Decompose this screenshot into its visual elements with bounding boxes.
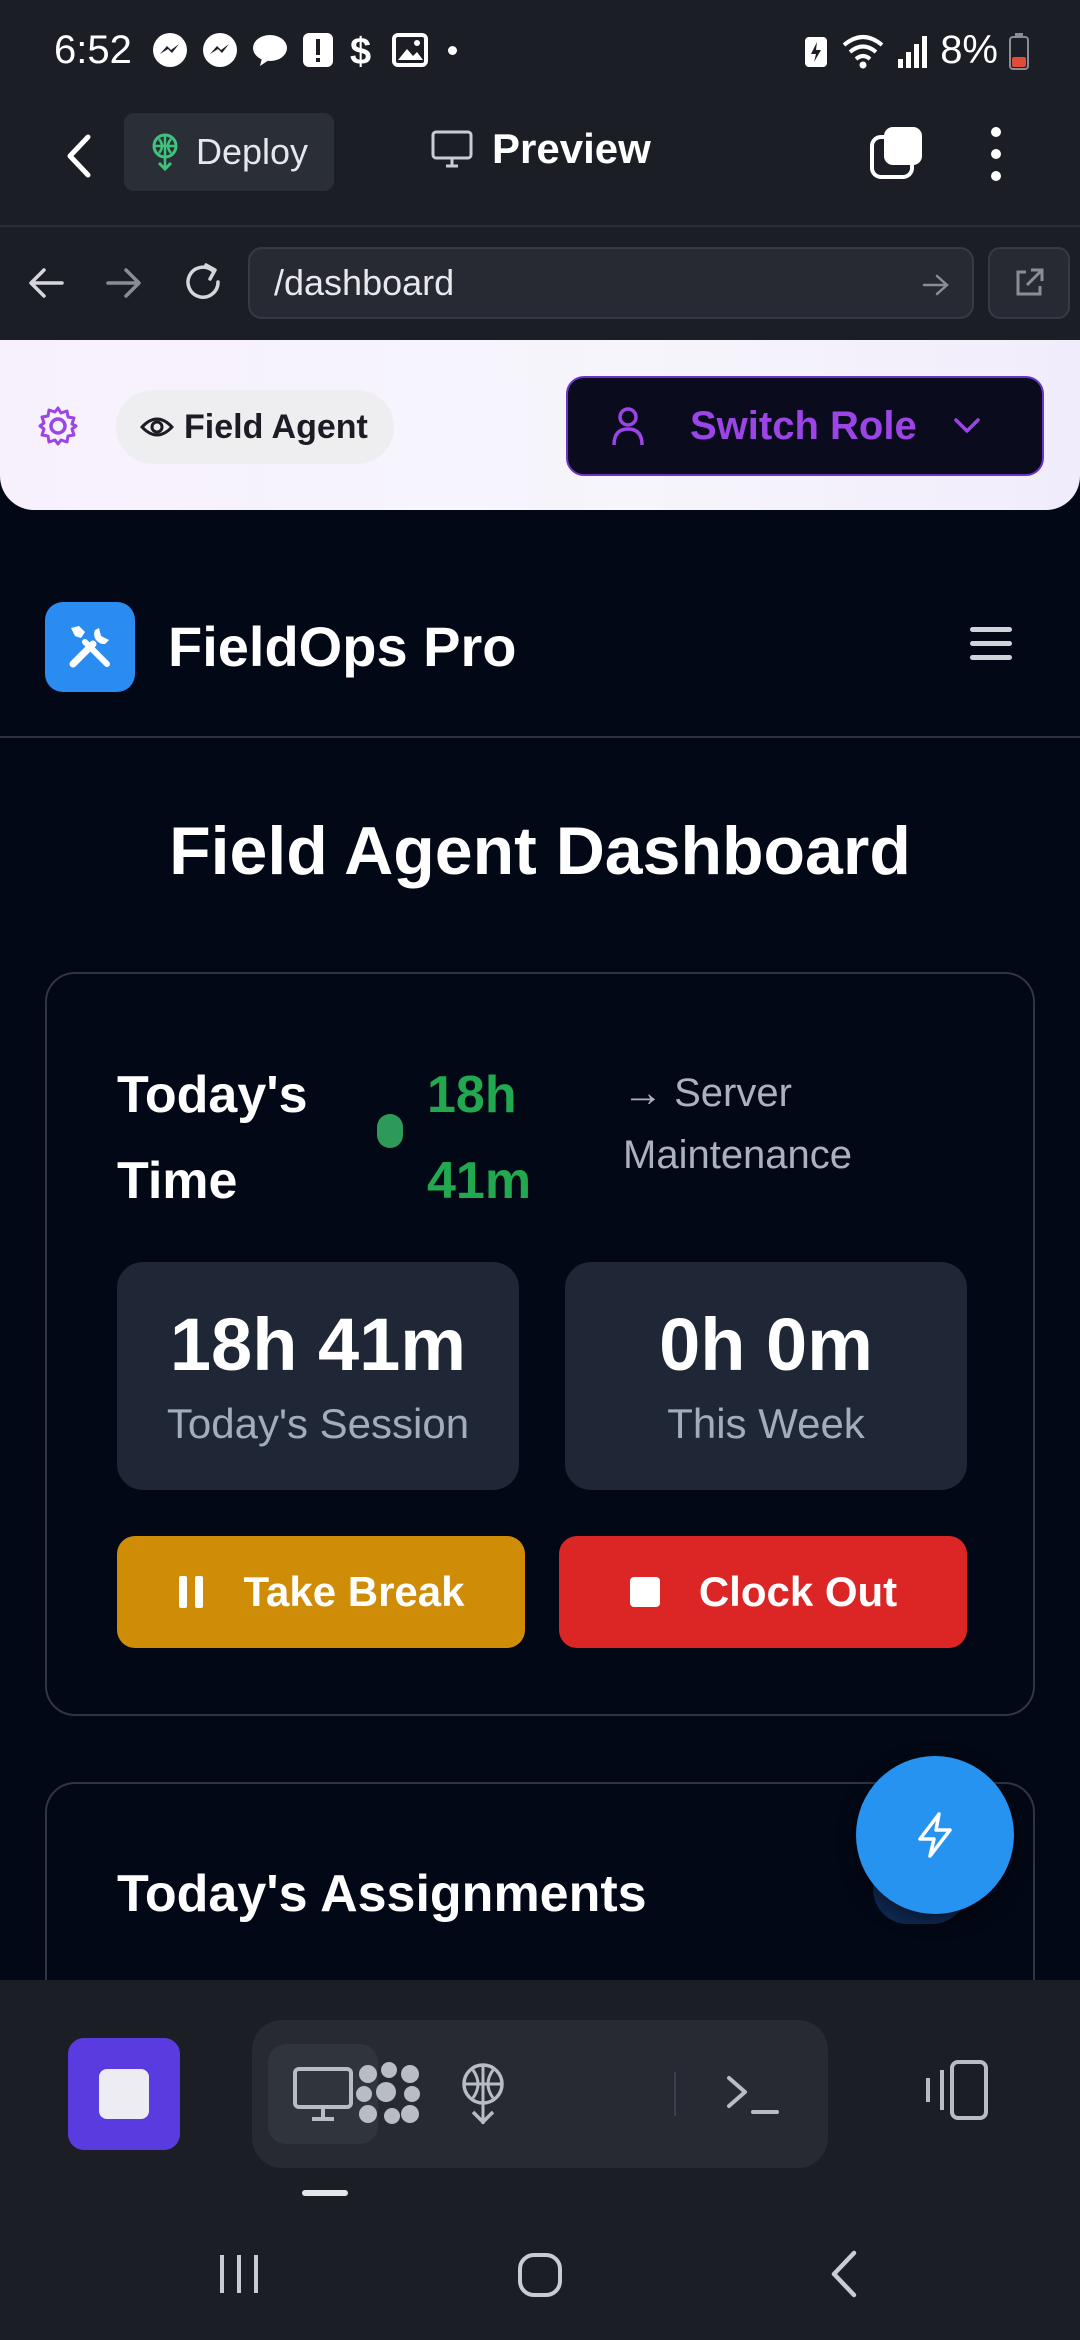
system-indicators: 8% — [802, 28, 1030, 73]
status-bar: 6:52 $ 8% — [0, 0, 1080, 105]
url-bar: /dashboard — [0, 225, 1080, 340]
battery-saver-icon — [805, 36, 828, 67]
switch-role-button[interactable]: Switch Role — [566, 376, 1044, 476]
active-tool-indicator — [302, 2190, 348, 2196]
browser-forward-icon[interactable] — [102, 261, 146, 305]
quick-action-button[interactable] — [856, 1756, 1014, 1914]
clock-out-label: Clock Out — [698, 1568, 898, 1615]
tool-switcher — [252, 2020, 828, 2168]
stat-label: This Week — [667, 1400, 865, 1447]
notification-icons: $ — [150, 30, 457, 70]
clock-out-button[interactable]: Clock Out — [559, 1536, 967, 1648]
role-bar: Field Agent Switch Role — [0, 340, 1080, 510]
system-nav-bar — [0, 2215, 1080, 2340]
deploy-button[interactable]: Deploy — [124, 113, 334, 191]
active-status-dot — [377, 1114, 403, 1148]
brand-logo — [45, 602, 135, 692]
tabs-icon[interactable] — [868, 123, 928, 183]
device-layout-icon[interactable] — [922, 2058, 992, 2122]
stat-this-week: 0h 0m This Week — [565, 1262, 967, 1490]
switch-role-label: Switch Role — [690, 403, 917, 448]
grid-nodes-icon — [356, 2062, 420, 2124]
chevron-down-icon — [953, 418, 980, 433]
deploy-icon — [152, 133, 178, 171]
wrench-screwdriver-icon — [69, 626, 110, 668]
terminal-icon — [727, 2076, 779, 2114]
more-options-icon[interactable] — [986, 123, 1006, 185]
current-role-label: Field Agent — [184, 407, 368, 446]
stop-square-icon — [99, 2069, 149, 2119]
messenger-icon — [203, 33, 237, 67]
todays-time-label: Today's Time — [117, 1066, 308, 1210]
tool-deploy[interactable] — [428, 2044, 538, 2144]
alert-icon — [303, 33, 333, 67]
preview-label: Preview — [492, 125, 651, 172]
open-external-button[interactable] — [988, 247, 1070, 319]
take-break-button[interactable]: Take Break — [117, 1536, 525, 1648]
battery-percent: 8% — [940, 28, 998, 72]
pause-icon — [179, 1576, 204, 1608]
external-link-icon — [1016, 268, 1044, 296]
messenger-icon — [153, 33, 187, 67]
stop-preview-button[interactable] — [68, 2038, 180, 2150]
brand-name: FieldOps Pro — [168, 615, 517, 678]
svg-text:$: $ — [350, 31, 371, 70]
go-icon[interactable] — [922, 273, 950, 297]
wifi-icon — [842, 34, 884, 68]
tool-divider — [674, 2072, 676, 2116]
stop-icon — [629, 1577, 660, 1607]
app-header: Deploy Preview — [0, 105, 1080, 225]
user-icon — [612, 407, 644, 446]
time-tracking-card: Today's Time 18h 41m → Server Maintenanc… — [45, 972, 1035, 1716]
signal-icon — [898, 35, 928, 68]
current-role-badge: Field Agent — [116, 390, 394, 464]
more-notifications-dot — [448, 45, 457, 55]
image-icon — [392, 33, 428, 67]
monitor-icon — [431, 130, 473, 168]
hamburger-menu-icon[interactable] — [966, 624, 1016, 664]
browser-back-icon[interactable] — [24, 261, 68, 305]
app-navbar: FieldOps Pro — [0, 510, 1080, 738]
back-icon[interactable] — [62, 131, 98, 181]
tool-terminal[interactable] — [698, 2044, 808, 2144]
url-input[interactable]: /dashboard — [248, 247, 974, 319]
stat-value: 18h 41m — [169, 1303, 467, 1386]
bottom-toolbar — [0, 1980, 1080, 2215]
home-icon[interactable] — [516, 2251, 564, 2299]
settings-gear-icon[interactable] — [36, 404, 80, 448]
stat-label: Today's Session — [166, 1400, 470, 1447]
url-text: /dashboard — [274, 262, 455, 303]
elapsed-time: 18h 41m — [427, 1066, 532, 1210]
deploy-globe-icon — [462, 2063, 504, 2125]
chat-icon — [253, 35, 287, 66]
page-title: Field Agent Dashboard — [169, 813, 911, 889]
battery-icon — [1009, 32, 1029, 70]
preview-tab[interactable]: Preview — [430, 125, 651, 173]
stat-value: 0h 0m — [659, 1303, 873, 1386]
current-task: → Server Maintenance — [623, 1071, 853, 1177]
eye-icon — [140, 417, 174, 437]
dollar-icon: $ — [350, 31, 371, 70]
assignments-title: Today's Assignments — [117, 1865, 647, 1923]
status-time: 6:52 — [54, 28, 132, 72]
stat-todays-session: 18h 41m Today's Session — [117, 1262, 519, 1490]
take-break-label: Take Break — [243, 1568, 465, 1615]
nav-back-icon[interactable] — [826, 2249, 862, 2299]
lightning-icon — [918, 1812, 952, 1858]
reload-icon[interactable] — [178, 257, 228, 307]
deploy-label: Deploy — [196, 131, 309, 172]
recent-apps-icon[interactable] — [216, 2251, 262, 2297]
